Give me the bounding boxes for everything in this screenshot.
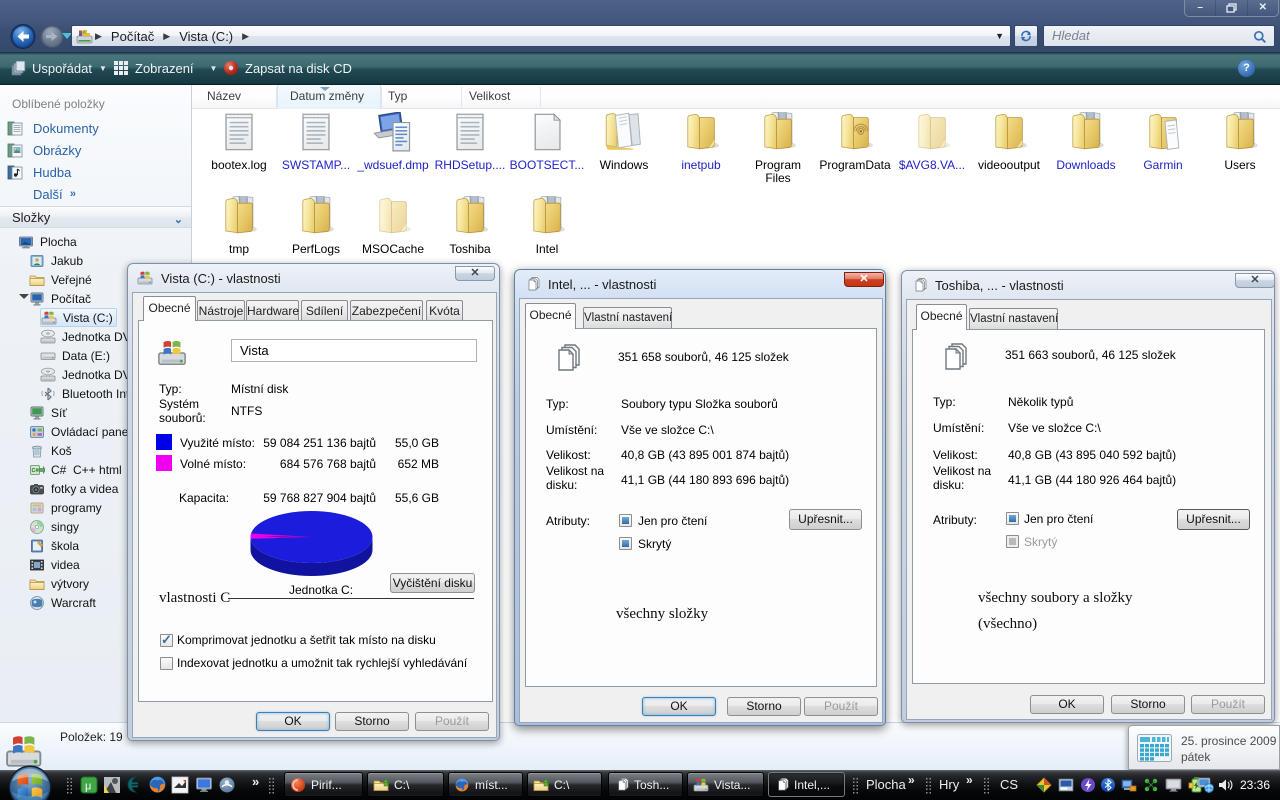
svg-text:μ: μ xyxy=(85,781,91,793)
